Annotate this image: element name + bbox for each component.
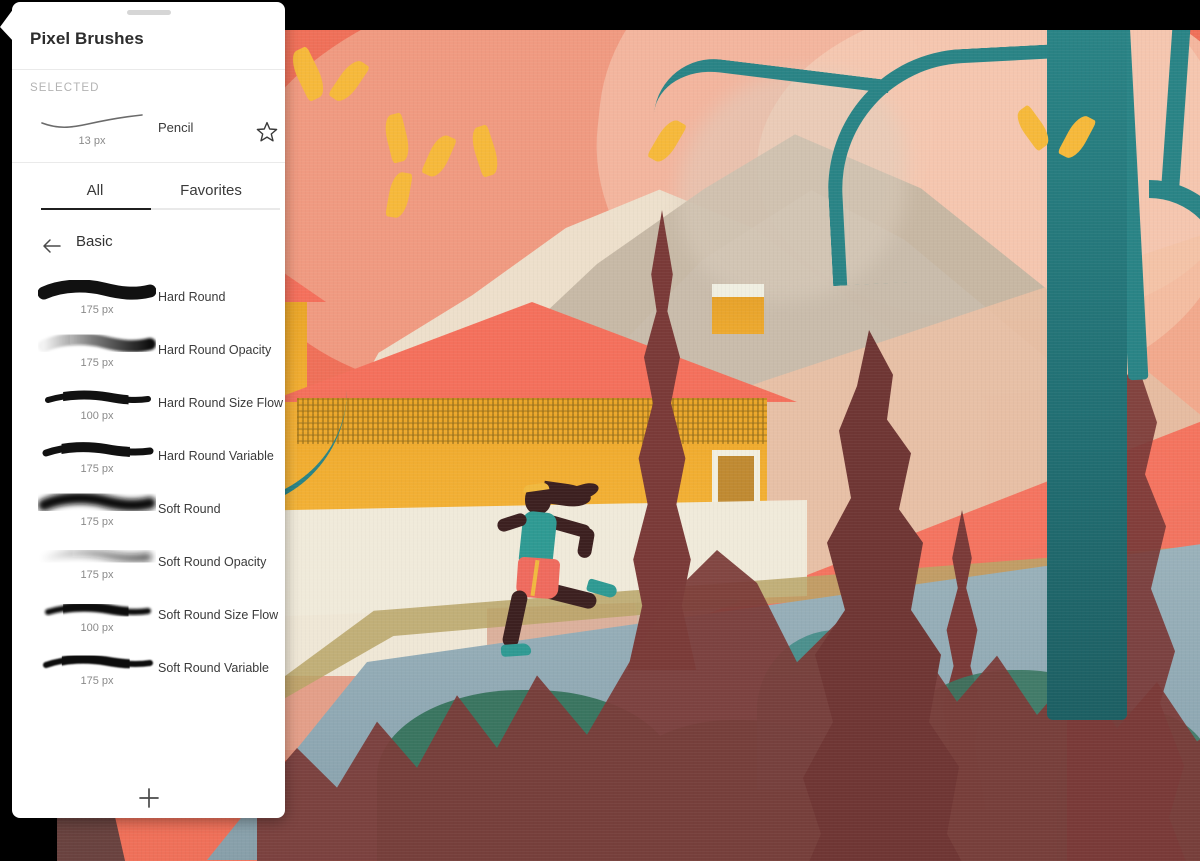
breadcrumb: Basic bbox=[12, 232, 285, 264]
selected-brush-stroke-preview bbox=[36, 108, 148, 134]
brush-list-item[interactable]: 175 pxHard Round bbox=[12, 274, 285, 327]
brush-size-label: 100 px bbox=[38, 410, 156, 422]
tab-active-indicator bbox=[41, 208, 151, 210]
brush-list-item[interactable]: 175 pxSoft Round bbox=[12, 486, 285, 539]
runner-front-shoe bbox=[501, 643, 532, 657]
tab-favorites[interactable]: Favorites bbox=[143, 174, 279, 208]
brush-name-label: Hard Round Size Flow bbox=[158, 396, 283, 410]
chimney bbox=[712, 284, 764, 334]
brush-size-label: 175 px bbox=[38, 569, 156, 581]
brush-name-label: Hard Round Variable bbox=[158, 449, 274, 463]
brush-stroke-preview bbox=[38, 386, 156, 410]
selected-section-label: SELECTED bbox=[30, 82, 100, 94]
divider bbox=[12, 69, 285, 70]
brush-name-label: Soft Round Variable bbox=[158, 661, 269, 675]
brush-list-item[interactable]: 175 pxHard Round Opacity bbox=[12, 327, 285, 380]
breadcrumb-label: Basic bbox=[76, 233, 113, 250]
plus-icon[interactable] bbox=[135, 784, 163, 812]
brush-size-label: 175 px bbox=[38, 463, 156, 475]
star-outline-icon[interactable] bbox=[255, 120, 279, 144]
brush-tabs: All Favorites bbox=[12, 174, 285, 216]
runner-figure bbox=[487, 470, 617, 670]
brush-stroke-preview bbox=[38, 598, 156, 622]
brush-size-label: 175 px bbox=[38, 516, 156, 528]
main-house-texture bbox=[297, 398, 767, 444]
page-title: Pixel Brushes bbox=[30, 29, 144, 49]
app-window: Pixel Brushes SELECTED 13 px Pencil All … bbox=[0, 0, 1200, 861]
brush-list-item[interactable]: 100 pxSoft Round Size Flow bbox=[12, 592, 285, 645]
selected-brush-row[interactable]: 13 px Pencil bbox=[12, 104, 285, 154]
brush-size-label: 100 px bbox=[38, 622, 156, 634]
brush-list-item[interactable]: 175 pxSoft Round Opacity bbox=[12, 539, 285, 592]
tree-branch-right-curve bbox=[1149, 180, 1200, 350]
brush-stroke-preview bbox=[38, 545, 156, 569]
brush-list-item[interactable]: 175 pxSoft Round Variable bbox=[12, 645, 285, 698]
divider bbox=[12, 162, 285, 163]
brush-size-label: 175 px bbox=[38, 304, 156, 316]
runner-front-leg bbox=[501, 589, 529, 649]
brush-list-item[interactable]: 100 pxHard Round Size Flow bbox=[12, 380, 285, 433]
brush-list[interactable]: 175 pxHard Round175 pxHard Round Opacity… bbox=[12, 274, 285, 754]
brush-size-label: 175 px bbox=[38, 357, 156, 369]
pixel-brushes-panel[interactable]: Pixel Brushes SELECTED 13 px Pencil All … bbox=[12, 2, 285, 818]
selected-brush-size: 13 px bbox=[36, 135, 148, 147]
brush-size-label: 175 px bbox=[38, 675, 156, 687]
brush-stroke-preview bbox=[38, 439, 156, 463]
brush-stroke-preview bbox=[38, 651, 156, 675]
brush-stroke-preview bbox=[38, 333, 156, 357]
brush-name-label: Hard Round Opacity bbox=[158, 343, 271, 357]
arrow-left-icon[interactable] bbox=[40, 234, 64, 258]
brush-stroke-preview bbox=[38, 492, 156, 516]
brush-stroke-preview bbox=[38, 280, 156, 304]
brush-name-label: Hard Round bbox=[158, 290, 225, 304]
panel-pointer-notch bbox=[0, 8, 14, 42]
brush-name-label: Soft Round Size Flow bbox=[158, 608, 278, 622]
brush-name-label: Soft Round bbox=[158, 502, 221, 516]
drag-handle-icon[interactable] bbox=[127, 10, 171, 15]
brush-name-label: Soft Round Opacity bbox=[158, 555, 266, 569]
brush-list-item[interactable]: 175 pxHard Round Variable bbox=[12, 433, 285, 486]
selected-brush-name: Pencil bbox=[158, 120, 193, 135]
